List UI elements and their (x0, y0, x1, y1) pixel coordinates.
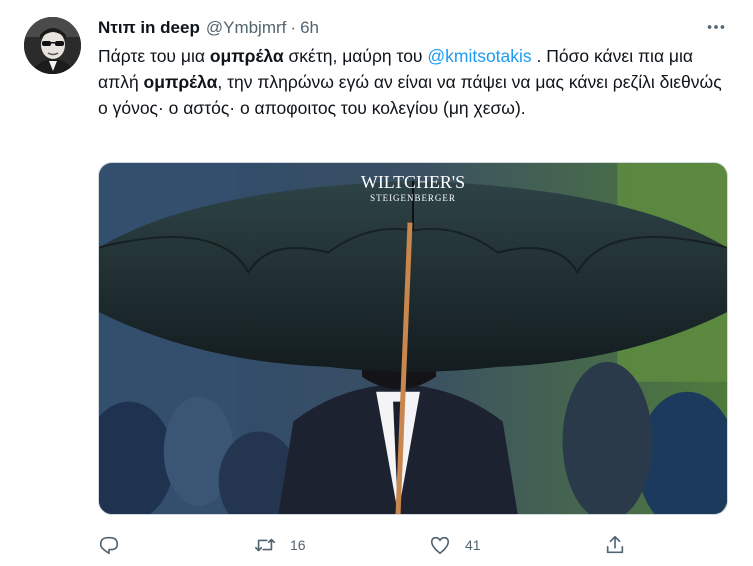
timestamp[interactable]: 6h (300, 18, 319, 38)
heart-icon (430, 536, 450, 555)
share-icon (606, 535, 624, 554)
reply-button[interactable] (98, 532, 134, 558)
share-button[interactable] (604, 532, 640, 558)
separator-dot: · (290, 18, 297, 37)
tweet-card[interactable]: Ντιπ in deep @Ymbjmrf · 6h Πάρτε του μια… (0, 0, 753, 566)
avatar-photo (24, 17, 81, 74)
more-dots-icon (707, 25, 725, 29)
like-button[interactable]: 41 (429, 532, 481, 558)
more-options-button[interactable] (702, 15, 730, 39)
avatar[interactable] (24, 17, 81, 74)
display-name[interactable]: Ντιπ in deep (98, 18, 200, 38)
tweet-header: Ντιπ in deep @Ymbjmrf · 6h (98, 17, 730, 39)
tweet-content: Ντιπ in deep @Ymbjmrf · 6h Πάρτε του μια… (98, 17, 730, 121)
photo-image: WILTCHER'S STEIGENBERGER (99, 163, 727, 514)
user-handle[interactable]: @Ymbjmrf (206, 18, 287, 38)
mention-link[interactable]: @kmitsotakis (427, 46, 531, 66)
tweet-actions: 16 41 (98, 532, 638, 558)
umbrella-brand-subtext: STEIGENBERGER (370, 193, 456, 203)
tweet-text-segment: σκέτη, μαύρη του (283, 46, 428, 66)
retweet-count: 16 (290, 537, 306, 553)
retweet-button[interactable]: 16 (254, 532, 306, 558)
retweet-icon (255, 538, 275, 552)
tweet-text-segment: Πάρτε του μια (98, 46, 210, 66)
umbrella-brand-text: WILTCHER'S (361, 172, 465, 192)
tweet-text-bold: ομπρέλα (143, 72, 218, 92)
like-count: 41 (465, 537, 481, 553)
reply-icon (99, 536, 119, 555)
tweet-text-bold: ομπρέλα (209, 46, 284, 66)
tweet-photo[interactable]: WILTCHER'S STEIGENBERGER (98, 162, 728, 515)
tweet-text: Πάρτε του μια ομπρέλα σκέτη, μαύρη του @… (98, 43, 730, 121)
